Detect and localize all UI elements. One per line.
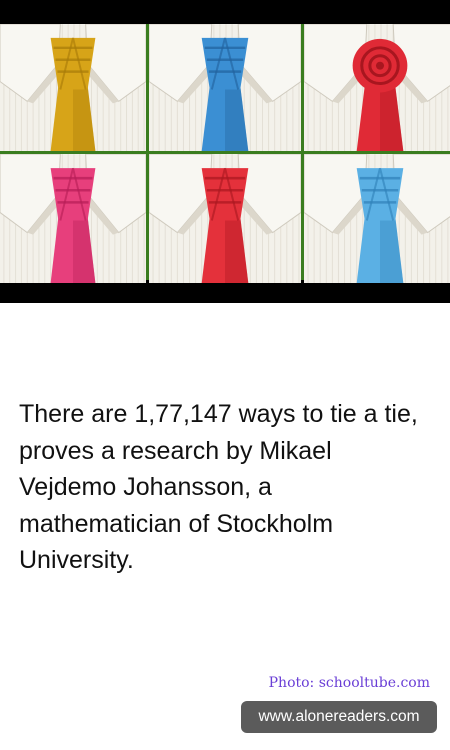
- red-rose-tie-knot-icon: [304, 24, 450, 151]
- photo-credit: Photo: schooltube.com: [268, 675, 430, 691]
- fact-text: There are 1,77,147 ways to tie a tie, pr…: [19, 400, 418, 574]
- tie-knot-photo: [0, 0, 450, 303]
- red-tie-knot-icon: [149, 154, 301, 283]
- tie-photo-5: [149, 154, 301, 283]
- tie-photo-1: [0, 24, 146, 151]
- blue-tie-knot-icon: [149, 24, 301, 151]
- pink-tie-knot-icon: [0, 154, 146, 283]
- tie-knot-grid: [0, 24, 450, 283]
- tie-photo-3: [304, 24, 450, 151]
- source-link-badge[interactable]: www.alonereaders.com: [241, 701, 437, 733]
- tie-photo-4: [0, 154, 146, 283]
- tie-photo-6: [304, 154, 450, 283]
- tie-photo-2: [149, 24, 301, 151]
- gold-tie-knot-icon: [0, 24, 146, 151]
- light-blue-tie-knot-icon: [304, 154, 450, 283]
